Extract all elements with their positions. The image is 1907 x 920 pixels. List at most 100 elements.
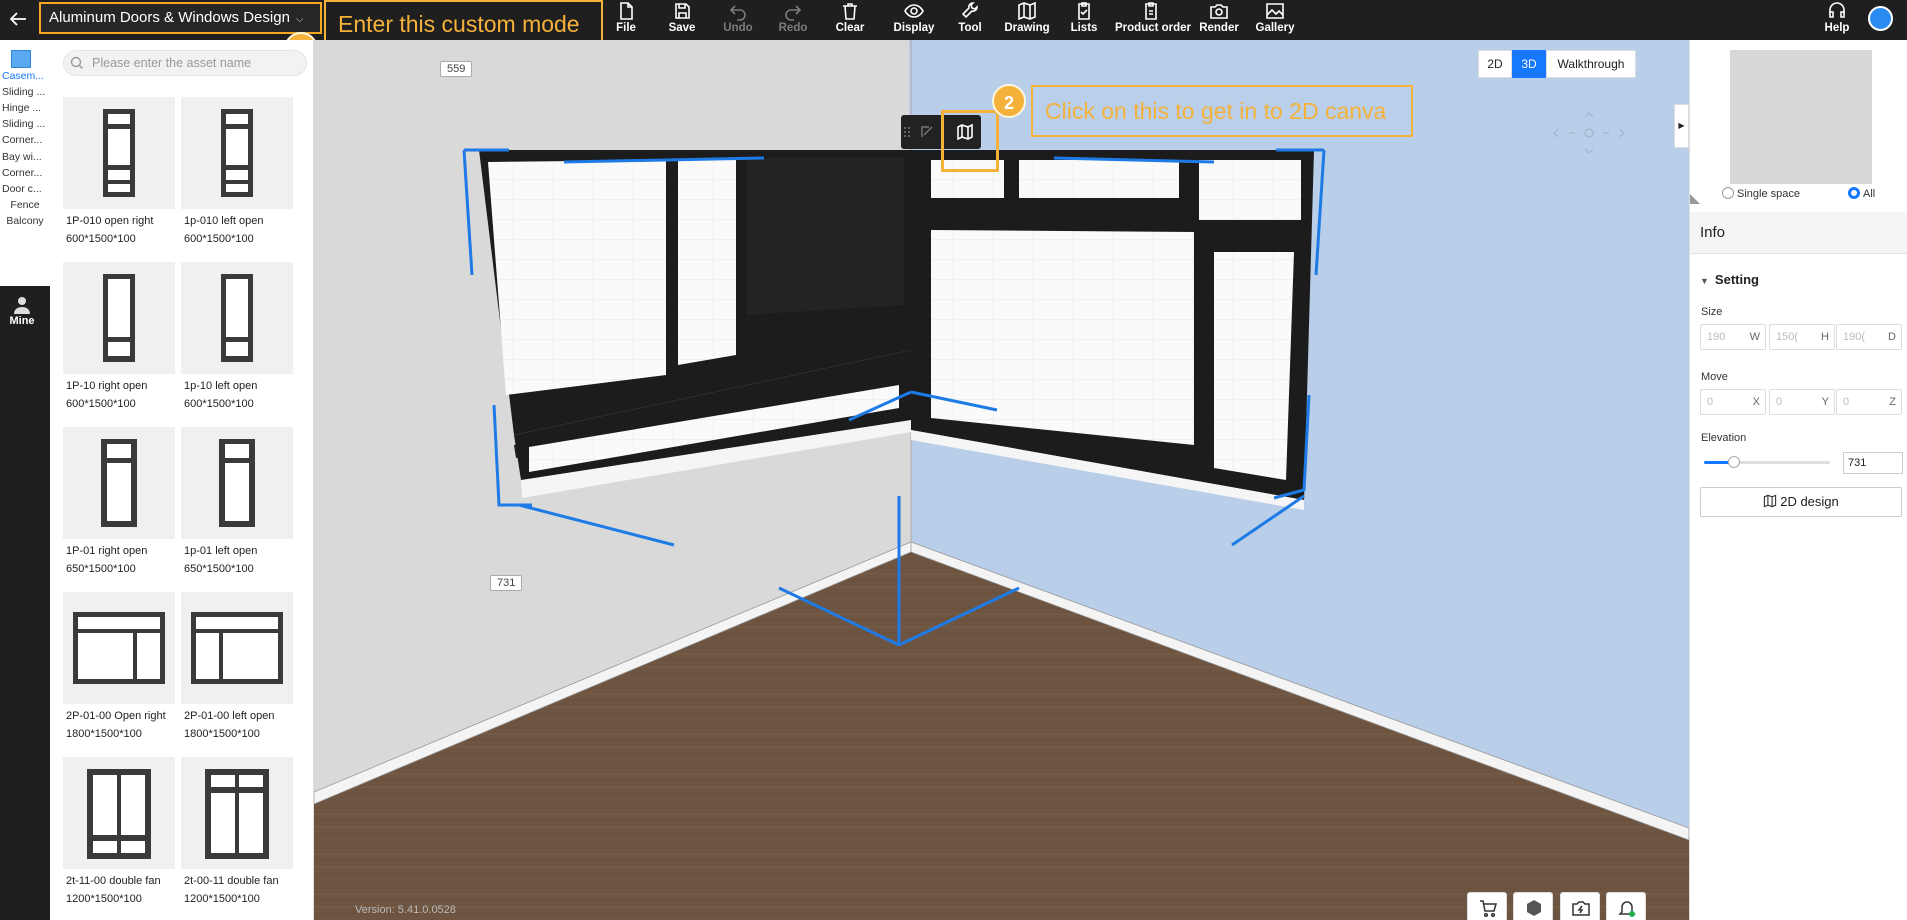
size-height-field[interactable]: 150( H bbox=[1769, 324, 1835, 350]
menu-save-label: Save bbox=[668, 22, 696, 34]
asset-card[interactable]: 1p-010 left open 600*1500*100 bbox=[181, 97, 301, 257]
version-label: Version: 5.41.0.0528 bbox=[355, 904, 456, 916]
category-item[interactable]: Door c... bbox=[0, 183, 50, 195]
menu-lists-label: Lists bbox=[1070, 22, 1098, 34]
size-width-value: 190 bbox=[1707, 331, 1726, 343]
drag-handle-icon[interactable] bbox=[903, 126, 911, 138]
undo-icon bbox=[729, 5, 746, 21]
view-toggle-walkthrough[interactable]: Walkthrough bbox=[1546, 50, 1636, 78]
axis-label: D bbox=[1888, 331, 1896, 343]
asset-card[interactable]: 1p-10 left open 600*1500*100 bbox=[181, 262, 301, 422]
asset-dimensions: 600*1500*100 bbox=[66, 233, 136, 245]
cart-button[interactable] bbox=[1467, 892, 1507, 920]
menu-tool[interactable]: Tool bbox=[952, 0, 988, 40]
asset-name: 2t-11-00 double fan bbox=[66, 875, 161, 887]
quick-render-button[interactable] bbox=[1560, 892, 1600, 920]
asset-card[interactable]: 1p-01 left open 650*1500*100 bbox=[181, 427, 301, 587]
category-item[interactable]: Sliding ... bbox=[0, 118, 50, 130]
dimension-label-top[interactable]: 559 bbox=[440, 61, 473, 77]
category-item[interactable]: Balcony bbox=[0, 215, 50, 227]
back-arrow-icon[interactable] bbox=[8, 8, 30, 30]
category-item[interactable]: Fence bbox=[0, 199, 50, 211]
mine-button[interactable]: Mine bbox=[0, 295, 44, 327]
view-toggle-2d[interactable]: 2D bbox=[1478, 50, 1512, 78]
wrench-icon bbox=[961, 2, 978, 19]
menu-product-order-label: Product order bbox=[1115, 22, 1192, 34]
user-icon bbox=[14, 297, 30, 314]
setting-section[interactable]: ▼ Setting bbox=[1700, 272, 1759, 287]
radio-all[interactable]: All bbox=[1848, 187, 1875, 200]
mode-dropdown[interactable]: Aluminum Doors & Windows Design ⌵ bbox=[39, 2, 322, 34]
menu-gallery[interactable]: Gallery bbox=[1254, 0, 1296, 40]
minimap[interactable] bbox=[1730, 50, 1872, 184]
dimension-label-elevation[interactable]: 731 bbox=[490, 575, 523, 591]
category-rail: Casem... Sliding ... Hinge ... Sliding .… bbox=[0, 40, 50, 920]
menu-redo[interactable]: Redo bbox=[774, 0, 812, 40]
mine-label: Mine bbox=[9, 315, 35, 327]
model-button[interactable] bbox=[1513, 892, 1553, 920]
axis-label: Z bbox=[1889, 396, 1896, 408]
menu-render[interactable]: Render bbox=[1198, 0, 1240, 40]
size-depth-field[interactable]: 190(D bbox=[1836, 324, 1902, 350]
category-item[interactable]: Corner... bbox=[0, 134, 50, 146]
2d-design-button[interactable]: 2D design bbox=[1700, 487, 1902, 517]
move-x-field[interactable]: 0X bbox=[1700, 389, 1766, 415]
asset-dimensions: 650*1500*100 bbox=[184, 563, 254, 575]
asset-dimensions: 600*1500*100 bbox=[66, 398, 136, 410]
view-toggle-3d[interactable]: 3D bbox=[1512, 50, 1546, 78]
resize-corner-icon[interactable] bbox=[1690, 190, 1704, 204]
menu-product-order[interactable]: Product order bbox=[1115, 0, 1192, 40]
axis-label: X bbox=[1752, 396, 1760, 408]
3d-viewport[interactable]: 559 731 2D 3D Walkthrough Version: 5.41.… bbox=[314, 40, 1689, 920]
elevation-slider[interactable] bbox=[1704, 456, 1830, 468]
camera-icon bbox=[1210, 4, 1228, 19]
menu-clear[interactable]: Clear bbox=[831, 0, 869, 40]
asset-name: 1P-10 right open bbox=[66, 380, 148, 392]
category-item[interactable]: Corner... bbox=[0, 167, 50, 179]
asset-panel: Please enter the asset name 1P-010 open … bbox=[50, 40, 314, 920]
asset-card[interactable]: 2P-01-00 Open right 1800*1500*100 bbox=[63, 592, 183, 752]
asset-thumbnail bbox=[63, 592, 175, 704]
category-item[interactable]: Bay wi... bbox=[0, 151, 50, 163]
size-height-value: 150( bbox=[1776, 331, 1799, 343]
flash-camera-icon bbox=[1572, 901, 1590, 916]
notification-button[interactable] bbox=[1606, 892, 1646, 920]
window-category-icon[interactable] bbox=[11, 50, 31, 68]
asset-card[interactable]: 2P-01-00 left open 1800*1500*100 bbox=[181, 592, 301, 752]
trash-icon bbox=[843, 3, 857, 20]
menu-file[interactable]: File bbox=[609, 0, 643, 40]
move-z-field[interactable]: 0Z bbox=[1836, 389, 1902, 415]
menu-display[interactable]: Display bbox=[891, 0, 937, 40]
asset-card[interactable]: 1P-01 right open 650*1500*100 bbox=[63, 427, 183, 587]
asset-card[interactable]: 2t-00-11 double fan 1200*1500*100 bbox=[181, 757, 301, 917]
asset-search-input[interactable]: Please enter the asset name bbox=[63, 50, 307, 76]
category-item[interactable]: Sliding ... bbox=[0, 86, 50, 98]
radio-single-space[interactable]: Single space bbox=[1722, 187, 1800, 200]
edit-icon[interactable] bbox=[919, 124, 935, 140]
help-button[interactable]: Help bbox=[1815, 0, 1859, 40]
map-icon bbox=[1018, 1, 1036, 21]
user-avatar[interactable] bbox=[1868, 6, 1893, 31]
axis-label: H bbox=[1821, 331, 1829, 343]
asset-card[interactable]: 2t-11-00 double fan 1200*1500*100 bbox=[63, 757, 183, 917]
menu-save[interactable]: Save bbox=[663, 0, 701, 40]
navigation-compass[interactable] bbox=[1544, 108, 1634, 158]
menu-undo[interactable]: Undo bbox=[719, 0, 757, 40]
elevation-input[interactable]: 731 bbox=[1843, 452, 1903, 474]
asset-name: 1p-010 left open bbox=[184, 215, 264, 227]
category-list: Casem... Sliding ... Hinge ... Sliding .… bbox=[0, 40, 50, 286]
axis-label: Y bbox=[1821, 396, 1829, 408]
menu-drawing[interactable]: Drawing bbox=[1003, 0, 1051, 40]
panel-collapse-toggle[interactable]: ▶ bbox=[1674, 104, 1689, 148]
asset-dimensions: 600*1500*100 bbox=[184, 398, 254, 410]
cart-icon bbox=[1480, 900, 1497, 918]
category-item[interactable]: Casem... bbox=[0, 70, 50, 82]
elevation-slider-knob[interactable] bbox=[1728, 456, 1741, 468]
move-y-field[interactable]: 0Y bbox=[1769, 389, 1835, 415]
size-width-field[interactable]: 190 W bbox=[1700, 324, 1766, 350]
asset-card[interactable]: 1P-10 right open 600*1500*100 bbox=[63, 262, 183, 422]
asset-card[interactable]: 1P-010 open right 600*1500*100 bbox=[63, 97, 183, 257]
menu-lists[interactable]: Lists bbox=[1068, 0, 1100, 40]
asset-thumbnail bbox=[63, 97, 175, 209]
category-item[interactable]: Hinge ... bbox=[0, 102, 50, 114]
